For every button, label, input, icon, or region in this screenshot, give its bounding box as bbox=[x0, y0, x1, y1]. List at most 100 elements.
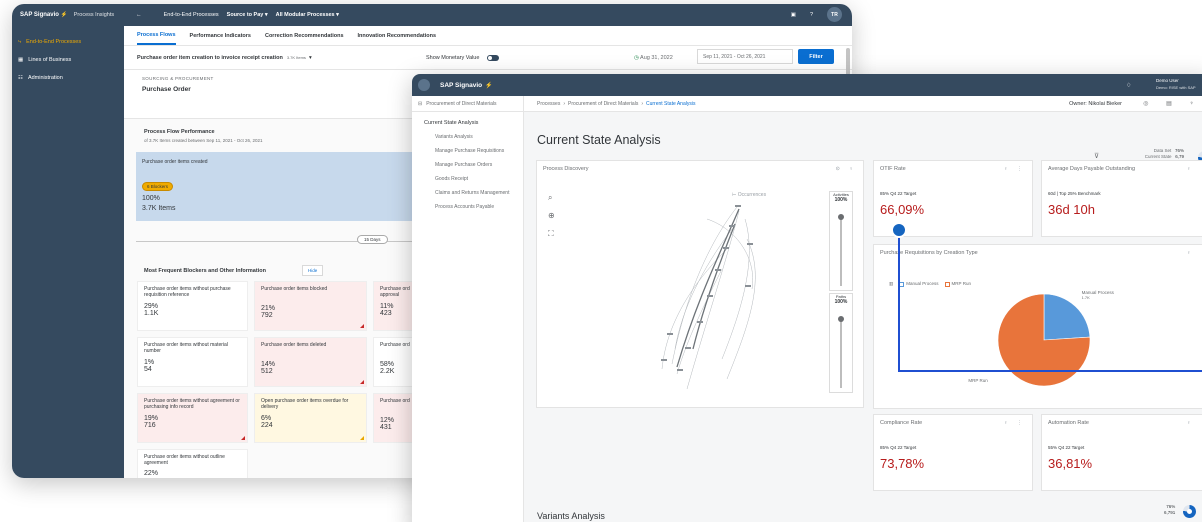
filter-icon[interactable]: ⊽ bbox=[1094, 152, 1099, 160]
blocker-cell[interactable]: Purchase order items deleted 14% 512 bbox=[254, 337, 367, 387]
zoom-in-icon[interactable]: ⊕ bbox=[548, 211, 555, 220]
pr-creation-card: Purchase Requisitions by Creation Type ♀… bbox=[873, 244, 1202, 409]
date-range-input[interactable]: Sep 11, 2021 - Oct 26, 2021 bbox=[697, 49, 793, 64]
blocker-cell[interactable]: Purchase order items without purchase re… bbox=[137, 281, 248, 331]
blocker-label: Purchase order items deleted bbox=[261, 342, 327, 348]
avatar[interactable]: TR bbox=[827, 7, 842, 22]
occurrences-text: Occurrences bbox=[737, 192, 767, 198]
nav-link-orders[interactable]: Manage Purchase Orders bbox=[412, 158, 523, 172]
brand-name: SAP Signavio bbox=[20, 12, 59, 18]
activities-slider[interactable]: Activities 100% bbox=[829, 191, 853, 291]
variants-title: Variants Analysis bbox=[537, 511, 605, 521]
flow-title: Process Flow Performance bbox=[144, 129, 215, 135]
nav-link-requisitions[interactable]: Manage Purchase Requisitions bbox=[412, 144, 523, 158]
card-actions-icon[interactable]: ♀ ⋮ bbox=[1187, 166, 1202, 172]
blocker-label: Purchase order items without purchase re… bbox=[144, 286, 231, 298]
app-name: Process Insights bbox=[73, 12, 115, 18]
tab-correction-recommendations[interactable]: Correction Recommendations bbox=[265, 33, 344, 39]
pie-count-label: 1.7K bbox=[1082, 295, 1091, 300]
user-subtitle: Demo: RISE with SAP bbox=[1156, 85, 1196, 90]
breadcrumb: End-to-End Processes Source to Pay ▾ All… bbox=[164, 12, 339, 18]
flow-subtitle: of 3.7K Items created between Sep 11, 20… bbox=[144, 138, 263, 143]
collapse-icon[interactable]: ⊟ bbox=[418, 101, 422, 107]
chevron-down-icon[interactable]: ▾ bbox=[309, 55, 312, 61]
blocker-percent: 1% bbox=[144, 359, 155, 366]
tab-performance-indicators[interactable]: Performance Indicators bbox=[190, 33, 251, 39]
nav-link-goods-receipt[interactable]: Goods Receipt bbox=[412, 172, 523, 186]
dpo-card[interactable]: Average Days Payable Outstanding ♀ ⋮ 60d… bbox=[1041, 160, 1202, 237]
blocker-cell[interactable]: Purchase order items blocked 21% 792 bbox=[254, 281, 367, 331]
sap-logo-icon: ⚡ bbox=[60, 12, 68, 18]
pie-slice-manual-process[interactable] bbox=[1043, 293, 1091, 341]
legend-item[interactable]: MRP Run bbox=[944, 281, 971, 287]
nav-link-accounts-payable[interactable]: Process Accounts Payable bbox=[412, 200, 523, 214]
app-logo-icon bbox=[418, 79, 430, 91]
analysis-content: Processes › Procurement of Direct Materi… bbox=[524, 96, 1202, 522]
card-title: Process Discovery bbox=[543, 166, 589, 172]
brand-name: SAP Signavio bbox=[440, 81, 483, 89]
card-actions-icon[interactable]: ♀ ⋮ bbox=[1004, 420, 1026, 426]
alert-corner-icon bbox=[360, 324, 364, 328]
chat-icon[interactable]: ▣ bbox=[791, 12, 796, 18]
otif-rate-card[interactable]: OTIF Rate ♀ ⋮ 85% Q4 22 Target 66,09% bbox=[873, 160, 1033, 237]
filter-button[interactable]: Filter bbox=[798, 49, 834, 64]
blocker-label: Purchase order items without material nu… bbox=[144, 342, 228, 354]
back-arrow-icon[interactable]: ← bbox=[136, 12, 142, 18]
help-icon[interactable]: ? bbox=[810, 12, 813, 18]
crumb-processes[interactable]: Processes bbox=[537, 101, 560, 107]
blocker-cell[interactable]: Purchase order items without material nu… bbox=[137, 337, 248, 387]
card-title: OTIF Rate bbox=[880, 166, 906, 172]
blocker-percent: 19% bbox=[144, 415, 159, 422]
legend-item[interactable]: Manual Process bbox=[899, 281, 939, 287]
crumb-procurement[interactable]: Procurement of Direct Materials bbox=[568, 101, 638, 107]
blocker-cell[interactable]: Open purchase order items overdue for de… bbox=[254, 393, 367, 443]
card-actions-icon[interactable]: ⊙ ♀ bbox=[836, 166, 857, 172]
dataset-count: 6,79 bbox=[1175, 154, 1184, 159]
crumb-end-to-end[interactable]: End-to-End Processes bbox=[164, 12, 219, 18]
automation-rate-card[interactable]: Automation Rate ♀ ⋮ 55% Q4 22 Target 36,… bbox=[1041, 414, 1202, 491]
dataset-pct: 76% bbox=[1174, 148, 1184, 153]
crumb-modular-processes[interactable]: All Modular Processes ▾ bbox=[276, 12, 339, 18]
tab-process-flows[interactable]: Process Flows bbox=[137, 26, 176, 45]
nav-link-claims[interactable]: Claims and Returns Management bbox=[412, 186, 523, 200]
slider-knob[interactable] bbox=[838, 316, 844, 322]
chart-type-icon[interactable]: ▥ bbox=[889, 281, 893, 287]
card-actions-icon[interactable]: ♀ ⋮ bbox=[1004, 166, 1026, 172]
paths-slider[interactable]: Paths 100% bbox=[829, 293, 853, 393]
slider-knob[interactable] bbox=[838, 214, 844, 220]
crumb-source-to-pay[interactable]: Source to Pay ▾ bbox=[227, 12, 268, 18]
toolbar-icons: ◎ ▤ ♆ bbox=[1143, 101, 1202, 107]
blocker-cell[interactable]: Purchase order items without agreement o… bbox=[137, 393, 248, 443]
notification-icon[interactable]: ♢ bbox=[1126, 82, 1131, 89]
blockers-title: Most Frequent Blockers and Other Informa… bbox=[144, 268, 266, 274]
step-count: 3.7K Items bbox=[142, 205, 176, 212]
nav-link-variants[interactable]: Variants Analysis bbox=[412, 130, 523, 144]
search-icon[interactable]: ⌕ bbox=[548, 193, 552, 203]
card-actions-icon[interactable]: ♀ ⋮ bbox=[1187, 420, 1202, 426]
tab-innovation-recommendations[interactable]: Innovation Recommendations bbox=[358, 33, 437, 39]
stage-category: SOURCING & PROCUREMENT bbox=[142, 76, 214, 81]
blockers-badge[interactable]: 6 Blockers bbox=[142, 182, 174, 191]
card-actions-icon[interactable]: ♀ ⋮ bbox=[1187, 250, 1202, 256]
chart-legend: ▥ Manual Process MRP Run bbox=[889, 281, 971, 287]
sidebar-item-end-to-end[interactable]: ⤷ End-to-End Processes bbox=[12, 33, 124, 51]
blocker-label: Purchase order items without agreement o… bbox=[144, 398, 240, 410]
blocker-cell[interactable]: Purchase order items without outline agr… bbox=[137, 449, 248, 478]
top-bar: SAP Signavio ⚡ Process Insights ← End-to… bbox=[12, 4, 852, 26]
flow-step-box[interactable]: Purchase order items created 6 Blockers … bbox=[136, 152, 427, 221]
user-name[interactable]: Demo User bbox=[1156, 78, 1179, 83]
sidebar-item-administration[interactable]: ☷ Administration bbox=[12, 69, 124, 87]
snapshot-date: Aug 31, 2022 bbox=[640, 54, 673, 61]
legend-label: MRP Run bbox=[951, 281, 971, 287]
nav-header[interactable]: ⊟ Procurement of Direct Materials bbox=[412, 96, 523, 112]
blocker-label: Open purchase order items overdue for de… bbox=[261, 398, 349, 410]
hide-button[interactable]: Hide bbox=[302, 265, 324, 276]
monetary-toggle[interactable] bbox=[487, 55, 499, 61]
fit-view-icon[interactable]: ⛶ bbox=[548, 229, 554, 239]
breadcrumb: Processes › Procurement of Direct Materi… bbox=[524, 96, 1202, 112]
sidebar-item-lines-of-business[interactable]: ▦ Lines of Business bbox=[12, 51, 124, 69]
nav-current[interactable]: Current State Analysis bbox=[412, 112, 523, 130]
kpi-target: 60d | Top 25% Benchmark bbox=[1048, 191, 1101, 196]
compliance-rate-card[interactable]: Compliance Rate ♀ ⋮ 85% Q4 22 Target 73,… bbox=[873, 414, 1033, 491]
process-selector[interactable]: Purchase order item creation to invoice … bbox=[137, 55, 283, 61]
